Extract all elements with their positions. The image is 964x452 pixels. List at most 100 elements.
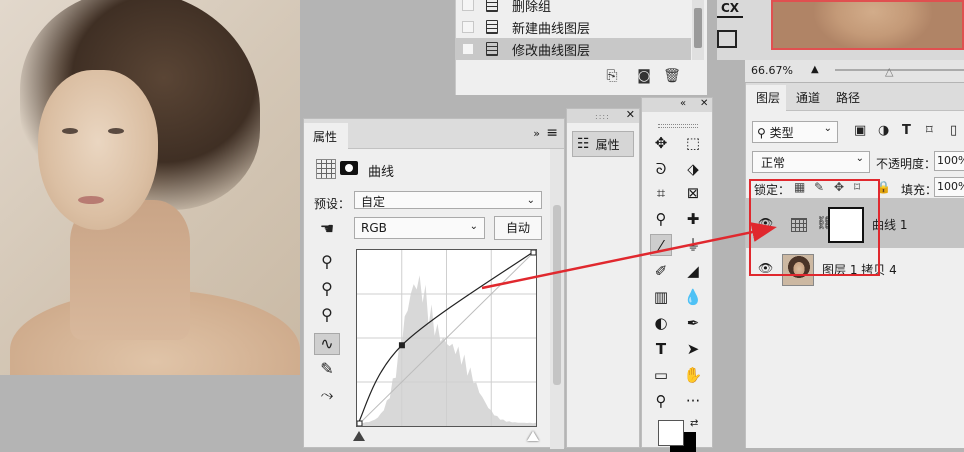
blend-mode-select[interactable]: 正常 ⌄ [752,151,870,173]
history-snapshot-checkbox[interactable] [462,43,474,55]
filter-adjustment-icon[interactable]: ◑ [878,123,889,138]
history-scrollbar-thumb[interactable] [694,8,702,48]
curve-graph-svg[interactable] [357,250,536,426]
crop-icon[interactable]: ⌗ [650,182,672,204]
marquee-icon[interactable]: ⬚ [682,132,704,154]
zoom-slider-track[interactable] [835,69,964,71]
history-step-icon [486,42,498,56]
camera-icon[interactable]: ◙ [635,68,653,84]
navigator-preview[interactable] [771,0,964,50]
zoom-slider-thumb[interactable]: △ [885,65,893,78]
target-adjust-hand-icon[interactable]: ☚ [314,219,340,241]
foreground-color-swatch[interactable] [658,420,684,446]
zoom-value[interactable]: 66.67% [751,64,793,77]
gray-point-eyedropper-icon[interactable]: ⚲ [314,279,340,301]
preset-select[interactable]: 自定 ⌄ [354,191,542,209]
close-icon[interactable]: ✕ [700,98,708,109]
history-brush-icon[interactable]: ✐ [650,260,672,282]
path-select-icon[interactable]: ➤ [682,338,704,360]
black-point-eyedropper-icon[interactable]: ⚲ [314,252,340,274]
smooth-curve-icon[interactable]: ⤳ [314,385,340,407]
curves-adjustment-icon[interactable] [316,159,336,179]
preset-label: 预设： [314,197,351,211]
search-icon: ⚲ [757,126,770,140]
filter-pixel-icon[interactable]: ▣ [854,123,866,138]
type-icon[interactable]: T [650,338,672,360]
tab-properties[interactable]: 属性 [304,123,348,149]
collapsed-panel-header[interactable]: :::: ✕ [567,108,639,123]
chevron-down-icon: ⌄ [823,123,832,134]
rectangle-icon[interactable]: ▭ [650,364,672,386]
filter-type-icon[interactable]: T [902,123,911,138]
curve-graph[interactable] [356,249,537,427]
curve-control-point[interactable] [530,250,536,256]
blur-icon[interactable]: 💧 [682,286,704,308]
gradient-icon[interactable]: ▥ [650,286,672,308]
properties-panel: 属性 » ≡ 曲线 预设： 自定 ⌄ ☚ RGB ⌄ 自动 ⚲ ⚲ ⚲ ∿ ✎ … [303,118,565,449]
curve-control-point[interactable] [398,342,405,349]
black-input-slider[interactable] [353,431,365,441]
mask-icon[interactable] [340,161,358,175]
curve-edit-points-icon[interactable]: ∿ [314,333,340,355]
history-item-selected[interactable]: 修改曲线图层 [456,38,691,60]
blend-mode-value: 正常 [761,156,786,170]
properties-scrollbar-thumb[interactable] [553,205,561,385]
history-snapshot-checkbox[interactable] [462,0,474,11]
more-icon[interactable]: ··· [682,390,704,412]
trash-icon[interactable]: 🗑 [663,68,681,84]
collapse-icon[interactable]: « [680,98,686,109]
pencil-draw-icon[interactable]: ✎ [314,359,340,381]
curve-control-point[interactable] [357,420,363,426]
zoom-icon[interactable]: ⚲ [650,390,672,412]
photo-lips [78,196,104,204]
move-icon[interactable]: ✥ [650,132,672,154]
close-icon[interactable]: ✕ [626,108,635,121]
object-select-icon[interactable]: ⬗ [682,158,704,180]
history-item[interactable]: 删除组 [456,0,691,16]
panel-icon[interactable] [717,30,737,48]
fill-input[interactable]: 100% [934,177,964,197]
opacity-input[interactable]: 100% [934,151,964,171]
hand-icon[interactable]: ✋ [682,364,704,386]
healing-icon[interactable]: ✚ [682,208,704,230]
panel-menu-icon[interactable]: ≡ [546,125,558,141]
swap-colors-icon[interactable]: ⇄ [690,418,698,429]
document-canvas-photo[interactable] [0,0,300,375]
eraser-icon[interactable]: ◢ [682,260,704,282]
white-input-slider[interactable] [527,431,539,441]
properties-tabbar: 属性 » ≡ [304,119,564,149]
filter-smart-object-icon[interactable]: ▯ [950,123,957,138]
eyedropper-icon[interactable]: ⚲ [650,208,672,230]
history-snapshot-checkbox[interactable] [462,21,474,33]
auto-button[interactable]: 自动 [494,216,542,240]
layer-filter-select[interactable]: ⚲ 类型 ⌄ [752,121,838,143]
dodge-icon[interactable]: ◐ [650,312,672,334]
history-step-icon [486,0,498,12]
properties-scrollbar[interactable] [550,149,564,449]
cx-button[interactable]: CX [717,0,743,18]
photo-eye-left [62,128,78,134]
properties-panel-button[interactable]: ☷ 属性 [572,131,634,157]
white-point-eyedropper-icon[interactable]: ⚲ [314,305,340,327]
grip-icon[interactable]: :::: [595,112,610,121]
grip-icon[interactable] [658,124,698,128]
navigator-zoom-bar: 66.67% ▲ △ [745,60,964,82]
collapse-icon[interactable]: » [533,127,540,140]
properties-title: 曲线 [368,165,395,180]
history-scrollbar[interactable] [692,0,704,60]
history-item[interactable]: 新建曲线图层 [456,16,691,38]
lasso-icon[interactable]: ᘐ [650,158,672,180]
opacity-label: 不透明度： [876,157,937,171]
stamp-icon[interactable]: ⏚ [682,234,704,256]
new-document-from-state-icon[interactable]: ⎘ [603,68,621,84]
toolbar-header[interactable]: « ✕ [642,98,712,112]
zoom-out-icon[interactable]: ▲ [811,64,819,75]
tab-layers[interactable]: 图层 [746,85,786,111]
pen-icon[interactable]: ✒ [682,312,704,334]
filter-shape-icon[interactable]: ⌑ [926,123,933,138]
channel-select[interactable]: RGB ⌄ [354,217,485,239]
frame-icon[interactable]: ⊠ [682,182,704,204]
brush-icon[interactable]: ⁄ [650,234,672,256]
tab-paths[interactable]: 路径 [836,89,860,106]
tab-channels[interactable]: 通道 [796,89,820,106]
